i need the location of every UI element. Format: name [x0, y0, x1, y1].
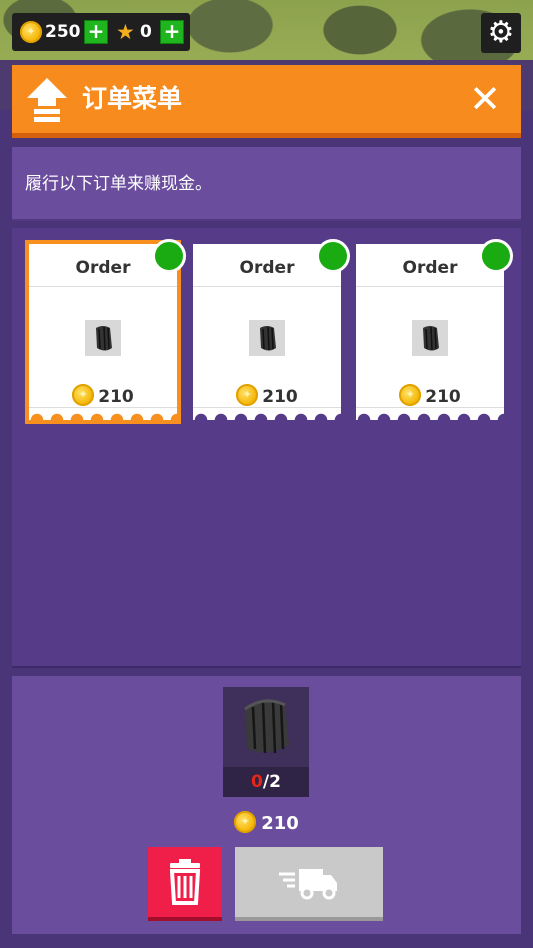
star-icon: ★: [116, 20, 135, 44]
reward-value: 210: [261, 813, 299, 834]
item-progress: 0/2: [223, 767, 309, 797]
order-card[interactable]: Order 210: [29, 239, 186, 420]
deliver-button[interactable]: [235, 847, 383, 921]
tire-stack-icon: [249, 320, 285, 356]
order-detail-panel: 0/2 210: [12, 676, 521, 934]
gear-icon: ⚙: [487, 15, 515, 50]
ticket-edge: [29, 407, 177, 420]
close-button[interactable]: ✕: [469, 65, 501, 133]
orders-panel: Order 210 Order 210 Order: [12, 228, 521, 668]
order-menu-header: 订单菜单 ✕: [12, 65, 521, 138]
order-price-value: 210: [98, 387, 134, 407]
ticket-edge: [193, 407, 341, 420]
add-stars-button[interactable]: +: [160, 20, 184, 44]
delivery-truck-icon: [279, 869, 337, 900]
coin-icon: [234, 811, 257, 833]
delete-order-button[interactable]: [148, 847, 222, 921]
required-item-slot: 0/2: [223, 687, 309, 797]
order-card[interactable]: Order 210: [193, 239, 350, 420]
order-price-value: 210: [425, 387, 461, 407]
tire-stack-icon: [85, 320, 121, 356]
description-box: 履行以下订单来赚现金。: [12, 147, 521, 221]
coin-icon: [399, 384, 422, 406]
fulfilled-indicator-icon: [316, 239, 350, 273]
add-coins-button[interactable]: +: [84, 20, 108, 44]
reward: 210: [12, 811, 521, 837]
star-count: 0: [140, 22, 152, 42]
page-title: 订单菜单: [82, 84, 183, 113]
coin-icon: [72, 384, 95, 406]
fulfilled-indicator-icon: [479, 239, 513, 273]
order-price-value: 210: [262, 387, 298, 407]
ticket-edge: [356, 407, 504, 420]
coin-icon: [20, 21, 42, 43]
settings-button[interactable]: ⚙: [481, 13, 521, 53]
tire-stack-icon: [412, 320, 448, 356]
currency-bar: 250 + ★ 0 +: [12, 13, 190, 51]
trash-icon: [169, 859, 201, 905]
order-card[interactable]: Order 210: [356, 239, 513, 420]
description-text: 履行以下订单来赚现金。: [25, 174, 212, 194]
tire-icon: [244, 699, 289, 754]
coin-icon: [236, 384, 259, 406]
upgrade-arrow-icon: [27, 78, 67, 122]
item-need-count: /2: [262, 772, 281, 792]
fulfilled-indicator-icon: [152, 239, 186, 273]
item-have-count: 0: [251, 772, 263, 792]
coin-count: 250: [45, 22, 81, 42]
